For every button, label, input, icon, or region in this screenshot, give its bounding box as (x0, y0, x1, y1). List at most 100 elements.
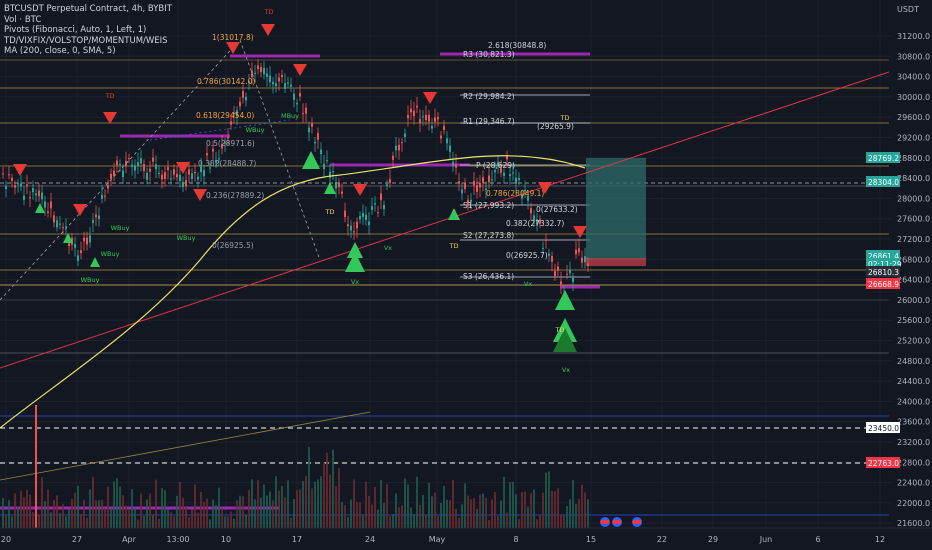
volume-bar (329, 474, 331, 528)
price-tick-label: 24800.0 (897, 357, 930, 366)
time-tick-label: 24 (365, 535, 375, 544)
volume-bar (413, 514, 415, 528)
candle-body (488, 175, 490, 183)
candle-body (353, 231, 355, 233)
time-tick-label: 29 (708, 535, 718, 544)
candle-body (38, 190, 40, 197)
candle-body (581, 257, 583, 263)
candle-body (137, 162, 139, 166)
signal-text: WBuy (177, 234, 196, 242)
volume-bar (515, 494, 517, 528)
volume-bar (341, 501, 343, 528)
candle-body (335, 181, 337, 189)
volume-bar (272, 500, 274, 528)
volume-bar (350, 499, 352, 528)
volume-bar (545, 472, 547, 528)
candle-body (212, 148, 214, 152)
time-tick-label: 20 (1, 535, 11, 544)
volume-bar (524, 491, 526, 528)
candle-body (164, 172, 166, 180)
candle-body (47, 211, 49, 213)
fib-label: 0.236(27889.2) (206, 191, 264, 200)
pivot-label: (29265.9) (537, 122, 574, 131)
candle-body (305, 107, 307, 114)
candle-body (308, 127, 310, 133)
volume-bar (116, 478, 118, 528)
volume-bar (59, 513, 61, 528)
candle-body (107, 184, 109, 189)
volume-bar (50, 512, 52, 528)
candle-body (530, 208, 532, 214)
volume-bar (71, 498, 73, 528)
volume-bar (311, 488, 313, 528)
signal-text: WBuy (246, 126, 265, 134)
volume-bar (68, 509, 70, 528)
volume-bar (218, 487, 220, 528)
price-label-text: 23450.0 (868, 424, 899, 433)
volume-bar (575, 503, 577, 528)
time-tick-label: Apr (122, 535, 137, 544)
candle-body (260, 67, 262, 73)
signal-text: MBuy (281, 112, 299, 120)
symbol-title[interactable]: BTCUSDT Perpetual Contract, 4h, BYBIT (4, 4, 172, 15)
candle-body (323, 163, 325, 170)
candle-body (359, 215, 361, 220)
volume-bar (134, 507, 136, 528)
volume-bar (215, 504, 217, 528)
volume-bar (179, 482, 181, 528)
price-label-text: 26668.9 (868, 280, 899, 289)
candle-body (311, 122, 313, 127)
fib-label: 0.786(30142.0) (197, 77, 255, 86)
candle-body (371, 206, 373, 210)
price-tick-label: 30000.0 (897, 93, 930, 102)
volume-bar (41, 476, 43, 528)
indicator-ma[interactable]: MA (200, close, 0, SMA, 5) (4, 46, 172, 57)
volume-bar (392, 513, 394, 528)
indicator-vol[interactable]: Vol · BTC (4, 15, 172, 26)
candle-body (188, 169, 190, 175)
signal-text: TD (264, 8, 274, 16)
volume-bar (98, 500, 100, 528)
candle-body (287, 82, 289, 84)
candle-body (146, 173, 148, 180)
volume-bar (113, 481, 115, 528)
time-axis[interactable] (0, 528, 932, 550)
volume-bar (389, 516, 391, 528)
candle-body (476, 185, 478, 192)
indicator-td[interactable]: TD/VIXFIX/VOLSTOP/MOMENTUM/WEIS (4, 36, 172, 47)
pivot-label: 0(27633.2) (536, 205, 578, 214)
volume-bar (572, 479, 574, 528)
candle-body (272, 81, 274, 85)
volume-bar (182, 497, 184, 528)
volume-bar (266, 495, 268, 528)
chart-legend[interactable]: BTCUSDT Perpetual Contract, 4h, BYBIT Vo… (4, 4, 172, 57)
candle-body (269, 75, 271, 83)
volume-bar (314, 481, 316, 528)
volume-bar (476, 509, 478, 528)
candle-body (152, 157, 154, 162)
candle-body (380, 193, 382, 201)
target-zone (586, 158, 646, 266)
candle-body (344, 210, 346, 217)
candle-body (431, 125, 433, 129)
candle-body (29, 197, 31, 199)
volume-bar (464, 483, 466, 528)
candle-body (170, 178, 172, 180)
volume-bar (557, 488, 559, 528)
price-tick-label: 30400.0 (897, 73, 930, 82)
volume-bar (494, 492, 496, 528)
volume-bar (236, 500, 238, 528)
volume-bar (38, 514, 40, 528)
candle-body (80, 250, 82, 254)
volume-bar (47, 489, 49, 528)
candle-body (293, 93, 295, 100)
flag-icon-stripe (601, 520, 609, 524)
price-chart[interactable]: TD TD TD TD TD TD WBuy WBuy WBuy WBuy WBuy MBuy Vx Vx… (0, 0, 932, 550)
indicator-pivots[interactable]: Pivots (Fibonacci, Auto, 1, Left, 1) (4, 25, 172, 36)
candle-body (179, 174, 181, 182)
volume-bar (458, 517, 460, 528)
candle-body (452, 161, 454, 167)
candle-body (62, 227, 64, 229)
volume-bar (431, 496, 433, 528)
price-tick-label: 26000.0 (897, 296, 930, 305)
